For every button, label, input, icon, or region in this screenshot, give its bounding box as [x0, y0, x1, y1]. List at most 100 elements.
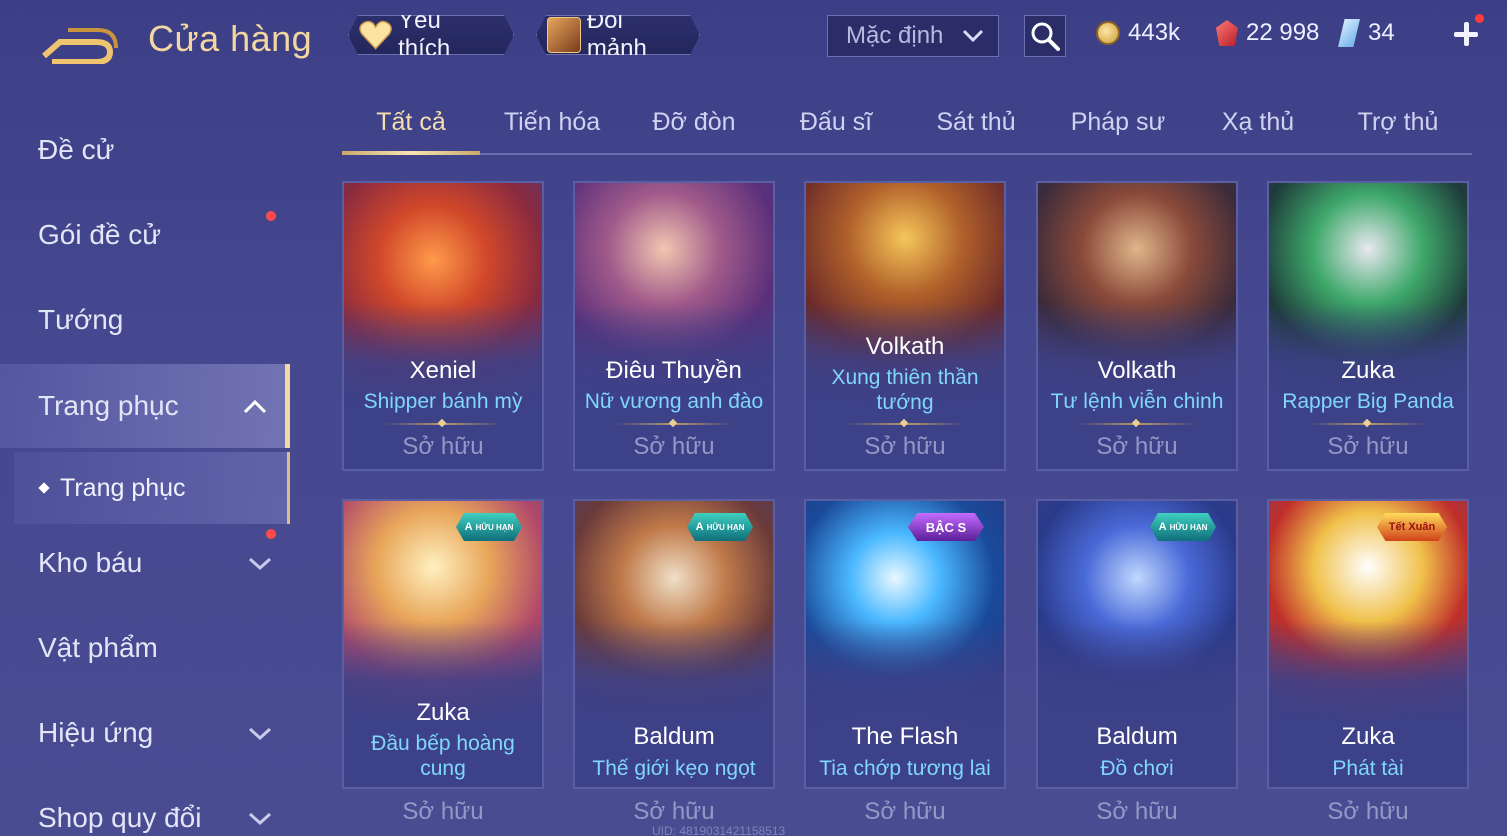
tab-mage[interactable]: Pháp sư — [1048, 108, 1188, 154]
sidebar-item-label: Shop quy đổi — [38, 802, 202, 833]
crystal-icon — [1338, 19, 1360, 47]
chevron-down-icon — [962, 29, 984, 43]
crystal-balance: 34 — [1338, 16, 1395, 50]
hero-name: Baldum — [633, 723, 715, 750]
user-id-watermark: UID: 4819031421158513 — [652, 824, 786, 836]
card-shade — [806, 621, 1004, 731]
skin-name-line2: cung — [420, 757, 466, 780]
tab-tank[interactable]: Đỡ đòn — [624, 108, 764, 154]
sidebar-item-effects[interactable]: Hiệu ứng — [0, 691, 290, 775]
card-divider — [1309, 423, 1427, 425]
sidebar-subitem-skins[interactable]: Trang phục — [14, 452, 290, 524]
crystal-amount: 34 — [1368, 19, 1395, 46]
skin-card[interactable]: Điêu Thuyền Nữ vương anh đào Sở hữu — [573, 181, 775, 471]
skin-card[interactable]: A HỮU HẠN Zuka Đầu bếp hoàng cung — [342, 499, 544, 789]
exchange-fragments-button[interactable]: Đổi mảnh — [536, 15, 700, 55]
favorites-button[interactable]: Yêu thích — [348, 15, 514, 55]
owned-status: Sở hữu — [864, 798, 946, 825]
sidebar-item-label: Kho báu — [38, 547, 143, 578]
notification-dot — [1475, 14, 1484, 23]
heart-icon — [359, 20, 392, 50]
skin-name: Phát tài — [1332, 757, 1404, 780]
role-tabs: Tất cả Tiến hóa Đỡ đòn Đấu sĩ Sát thủ Ph… — [342, 100, 1472, 155]
sidebar-item-items[interactable]: Vật phẩm — [0, 606, 290, 690]
skin-card[interactable]: Volkath Tư lệnh viễn chinh Sở hữu — [1036, 181, 1238, 471]
sidebar-item-bundles[interactable]: Gói đề cử — [0, 193, 290, 277]
gold-coin-icon — [1096, 21, 1120, 45]
hero-name: Zuka — [1341, 723, 1395, 750]
hero-name: Volkath — [865, 333, 945, 360]
hero-name: The Flash — [851, 723, 959, 750]
skin-card[interactable]: BẬC S The Flash Tia chớp tương lai — [804, 499, 1006, 789]
skin-card[interactable]: Zuka Rapper Big Panda Sở hữu — [1267, 181, 1469, 471]
skin-name-line1: Xung thiên thần — [831, 366, 979, 389]
sort-dropdown[interactable]: Mặc định — [827, 15, 999, 57]
chevron-down-icon — [248, 557, 272, 571]
skin-name: Nữ vương anh đào — [584, 390, 764, 413]
tab-assassin[interactable]: Sát thủ — [906, 108, 1046, 154]
skin-name: Đồ chơi — [1100, 757, 1174, 780]
sidebar-item-exchange-shop[interactable]: Shop quy đổi — [0, 776, 290, 836]
sidebar-item-label: Trang phục — [38, 390, 179, 421]
sort-selected-value: Mặc định — [846, 22, 944, 49]
owned-status: Sở hữu — [1327, 433, 1409, 460]
gold-amount: 443k — [1128, 19, 1181, 46]
skin-name: Thế giới kẹo ngọt — [592, 757, 756, 780]
sidebar-item-treasure[interactable]: Kho báu — [0, 521, 290, 605]
rank-a-limited-badge: A HỮU HẠN — [456, 513, 522, 541]
chest-icon — [547, 17, 581, 53]
hero-name: Điêu Thuyền — [606, 357, 742, 384]
hero-name: Zuka — [1341, 357, 1395, 384]
owned-status: Sở hữu — [402, 433, 484, 460]
skin-name: Shipper bánh mỳ — [363, 390, 523, 413]
skin-name: Tư lệnh viễn chinh — [1050, 390, 1224, 413]
top-up-plus-icon[interactable] — [1448, 14, 1484, 52]
sidebar-item-label: Tướng — [38, 304, 124, 335]
rank-a-limited-badge: A HỮU HẠN — [1150, 513, 1216, 541]
sidebar-item-heroes[interactable]: Tướng — [0, 278, 290, 362]
owned-status: Sở hữu — [1327, 798, 1409, 825]
skin-card[interactable]: A HỮU HẠN Baldum Đồ chơi — [1036, 499, 1238, 789]
skin-card[interactable]: A HỮU HẠN Baldum Thế giới kẹo ngọt — [573, 499, 775, 789]
tab-fighter[interactable]: Đấu sĩ — [766, 108, 906, 154]
owned-status: Sở hữu — [1096, 433, 1178, 460]
skin-card[interactable]: Xeniel Shipper bánh mỳ Sở hữu — [342, 181, 544, 471]
tab-all[interactable]: Tất cả — [342, 108, 480, 154]
chevron-down-icon — [248, 727, 272, 741]
skin-name-line1: Đầu bếp hoàng — [371, 732, 515, 755]
chevron-up-icon — [243, 399, 267, 414]
card-divider — [384, 423, 502, 425]
rank-s-badge: BẬC S — [908, 513, 984, 541]
owned-status: Sở hữu — [1096, 798, 1178, 825]
card-divider — [846, 423, 964, 425]
skin-name: Rapper Big Panda — [1282, 390, 1454, 413]
gold-balance: 443k — [1096, 16, 1180, 50]
tab-support[interactable]: Trợ thủ — [1328, 108, 1468, 154]
skin-card[interactable]: Volkath Xung thiên thần tướng Sở hữu — [804, 181, 1006, 471]
sidebar-item-skins[interactable]: Trang phục — [0, 364, 290, 448]
sidebar-item-label: Vật phẩm — [38, 632, 158, 663]
rank-a-limited-badge: A HỮU HẠN — [687, 513, 753, 541]
owned-status: Sở hữu — [633, 798, 715, 825]
card-shade — [1038, 621, 1236, 731]
hero-name: Xeniel — [409, 357, 477, 384]
skin-card[interactable]: Tết Xuân Zuka Phát tài — [1267, 499, 1469, 789]
top-bar: Cửa hàng Yêu thích Đổi mảnh Mặc định 443… — [0, 0, 1507, 72]
card-divider — [1078, 423, 1196, 425]
hero-name: Volkath — [1097, 357, 1177, 384]
ruby-balance: 22 998 — [1216, 16, 1319, 50]
owned-status: Sở hữu — [864, 433, 946, 460]
page-title: Cửa hàng — [148, 18, 313, 59]
diamond-bullet-icon — [38, 482, 50, 494]
tab-marksman[interactable]: Xạ thủ — [1188, 108, 1328, 154]
notification-dot — [266, 529, 276, 539]
sidebar-item-label: Gói đề cử — [38, 219, 162, 250]
sidebar: Đề cử Gói đề cử Tướng Trang phục Trang p… — [0, 92, 290, 836]
card-divider — [615, 423, 733, 425]
tab-evolution[interactable]: Tiến hóa — [482, 108, 622, 154]
search-button[interactable] — [1024, 15, 1066, 57]
sidebar-item-recommended[interactable]: Đề cử — [0, 108, 290, 192]
search-icon — [1031, 22, 1060, 51]
back-arrow-icon[interactable] — [38, 20, 118, 65]
sidebar-subitem-label: Trang phục — [60, 473, 186, 502]
